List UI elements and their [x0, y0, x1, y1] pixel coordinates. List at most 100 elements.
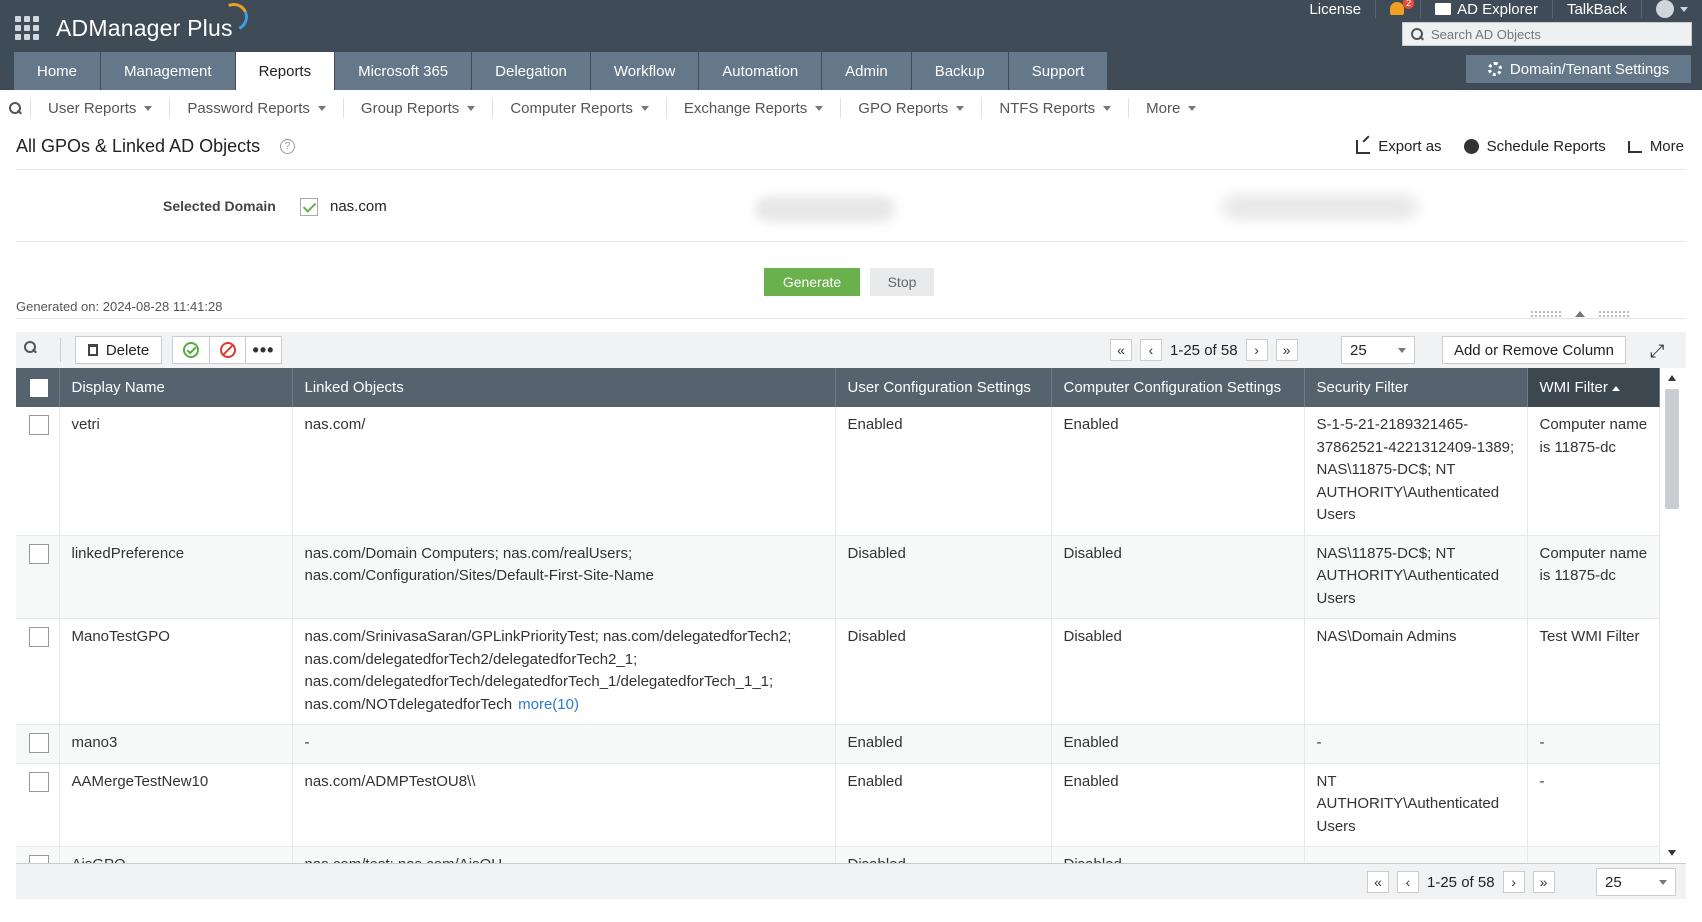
select-all-checkbox[interactable]	[30, 378, 48, 397]
cell-display-name: mano3	[59, 724, 293, 764]
row-checkbox[interactable]	[29, 543, 49, 564]
subnav-more[interactable]: More	[1128, 98, 1213, 118]
tab-support[interactable]: Support	[1008, 52, 1108, 90]
export-button[interactable]: Export as	[1356, 138, 1442, 155]
schedule-reports-button[interactable]: Schedule Reports	[1463, 138, 1606, 155]
scroll-up-icon[interactable]	[1668, 375, 1676, 381]
subnav-password-reports[interactable]: Password Reports	[169, 98, 343, 118]
tab-backup[interactable]: Backup	[911, 52, 1008, 90]
enable-button[interactable]	[173, 337, 209, 363]
user-menu[interactable]	[1641, 0, 1702, 18]
report-table: Display Name Linked Objects User Configu…	[16, 368, 1660, 863]
first-page-button[interactable]: «	[1110, 339, 1132, 361]
subnav-gpo-reports[interactable]: GPO Reports	[840, 98, 981, 118]
page-size-select[interactable]: 25	[1341, 336, 1415, 364]
col-user-config[interactable]: User Configuration Settings	[835, 368, 1052, 407]
selected-domain-label: Selected Domain	[163, 198, 276, 214]
scroll-down-icon[interactable]	[1668, 850, 1676, 856]
col-wmi-filter[interactable]: WMI Filter	[1527, 368, 1660, 407]
folder-icon	[1435, 3, 1452, 15]
tab-microsoft-365[interactable]: Microsoft 365	[335, 52, 472, 90]
scrollbar-thumb[interactable]	[1665, 389, 1679, 509]
tab-admin[interactable]: Admin	[822, 52, 911, 90]
col-display-name[interactable]: Display Name	[59, 368, 293, 407]
tab-reports[interactable]: Reports	[235, 52, 335, 90]
license-link[interactable]: License	[1295, 0, 1375, 18]
next-page-button[interactable]: ›	[1502, 871, 1525, 893]
tab-delegation[interactable]: Delegation	[472, 52, 590, 90]
expand-icon[interactable]: ⤢	[1650, 341, 1664, 362]
subnav-ntfs-reports[interactable]: NTFS Reports	[981, 98, 1128, 118]
more-options-button[interactable]: •••	[245, 337, 281, 363]
cell-wmi-filter: -	[1527, 763, 1660, 847]
cell-linked-objects: nas.com/	[292, 407, 836, 536]
subnav-group-reports[interactable]: Group Reports	[342, 98, 492, 118]
subnav-search-icon[interactable]	[0, 90, 30, 126]
domain-checkbox[interactable]	[300, 198, 318, 216]
cell-user-config: Disabled	[835, 535, 1052, 619]
tab-management[interactable]: Management	[101, 52, 235, 90]
subnav-computer-reports[interactable]: Computer Reports	[492, 98, 666, 118]
domain-settings-button[interactable]: Domain/Tenant Settings	[1466, 55, 1691, 83]
wmi-header-label: WMI Filter	[1539, 379, 1608, 396]
subnav-user-reports[interactable]: User Reports	[30, 98, 169, 118]
col-security-filter[interactable]: Security Filter	[1304, 368, 1528, 407]
chevron-down-icon	[1659, 879, 1667, 885]
last-page-button[interactable]: »	[1275, 339, 1298, 361]
cell-wmi-filter: -	[1527, 724, 1660, 764]
cell-display-name: vetri	[59, 407, 293, 536]
first-page-button[interactable]: «	[1367, 871, 1389, 893]
more-linked-link[interactable]: more(10)	[518, 696, 579, 713]
prev-page-button[interactable]: ‹	[1397, 871, 1419, 893]
row-checkbox[interactable]	[29, 855, 49, 863]
row-checkbox[interactable]	[29, 415, 49, 435]
col-computer-config[interactable]: Computer Configuration Settings	[1051, 368, 1305, 407]
more-actions-button[interactable]: More	[1627, 138, 1684, 155]
help-icon[interactable]: ?	[280, 139, 295, 154]
row-checkbox[interactable]	[29, 733, 49, 753]
page-size-select[interactable]: 25	[1596, 868, 1676, 896]
cell-wmi-filter: Computer name is 11875-dc	[1527, 535, 1660, 619]
subnav-exchange-reports[interactable]: Exchange Reports	[665, 98, 840, 118]
delete-button[interactable]: Delete	[75, 336, 162, 364]
bottom-pagination: « ‹ 1-25 of 58 › »	[1367, 871, 1555, 893]
chevron-down-icon	[144, 105, 153, 111]
row-checkbox[interactable]	[29, 627, 49, 647]
trash-icon	[87, 344, 98, 356]
chevron-down-icon	[317, 105, 326, 111]
row-checkbox[interactable]	[29, 771, 49, 792]
add-remove-column-button[interactable]: Add or Remove Column	[1442, 336, 1626, 364]
table-search-icon[interactable]	[24, 341, 36, 353]
tab-workflow[interactable]: Workflow	[590, 52, 699, 90]
ad-explorer-label: AD Explorer	[1457, 0, 1538, 18]
next-page-button[interactable]: ›	[1245, 339, 1268, 361]
col-linked-objects[interactable]: Linked Objects	[292, 368, 836, 407]
cell-linked-objects: -	[292, 724, 836, 764]
app-grid-icon[interactable]	[15, 16, 39, 40]
subnav-label: User Reports	[48, 99, 137, 117]
last-page-button[interactable]: »	[1532, 871, 1555, 893]
blurred-field	[755, 196, 895, 222]
tab-automation[interactable]: Automation	[699, 52, 822, 90]
domain-settings-label: Domain/Tenant Settings	[1509, 60, 1670, 78]
generate-button[interactable]: Generate	[764, 268, 860, 296]
table-row: vetri nas.com/ Enabled Enabled S-1-5-21-…	[16, 407, 1660, 536]
search-input[interactable]	[1431, 26, 1681, 42]
subnav-label: Password Reports	[187, 99, 310, 117]
notifications-button[interactable]: 2	[1375, 0, 1420, 18]
page-range: 1-25 of 58	[1170, 341, 1238, 359]
stop-button[interactable]: Stop	[870, 268, 934, 296]
tab-home[interactable]: Home	[14, 52, 101, 90]
prev-page-button[interactable]: ‹	[1140, 339, 1162, 361]
search-icon[interactable]	[1403, 23, 1431, 45]
select-all-header	[16, 368, 60, 407]
page-title: All GPOs & Linked AD Objects	[16, 136, 261, 156]
generated-on-text: Generated on: 2024-08-28 11:41:28	[16, 299, 223, 314]
disable-button[interactable]	[209, 337, 245, 363]
chevron-down-icon	[815, 105, 824, 111]
chevron-down-icon	[1103, 105, 1112, 111]
ad-explorer-link[interactable]: AD Explorer	[1420, 0, 1552, 18]
table-header-row: Display Name Linked Objects User Configu…	[16, 368, 1660, 407]
table-scrollbar[interactable]	[1658, 368, 1686, 863]
talkback-link[interactable]: TalkBack	[1551, 0, 1641, 18]
